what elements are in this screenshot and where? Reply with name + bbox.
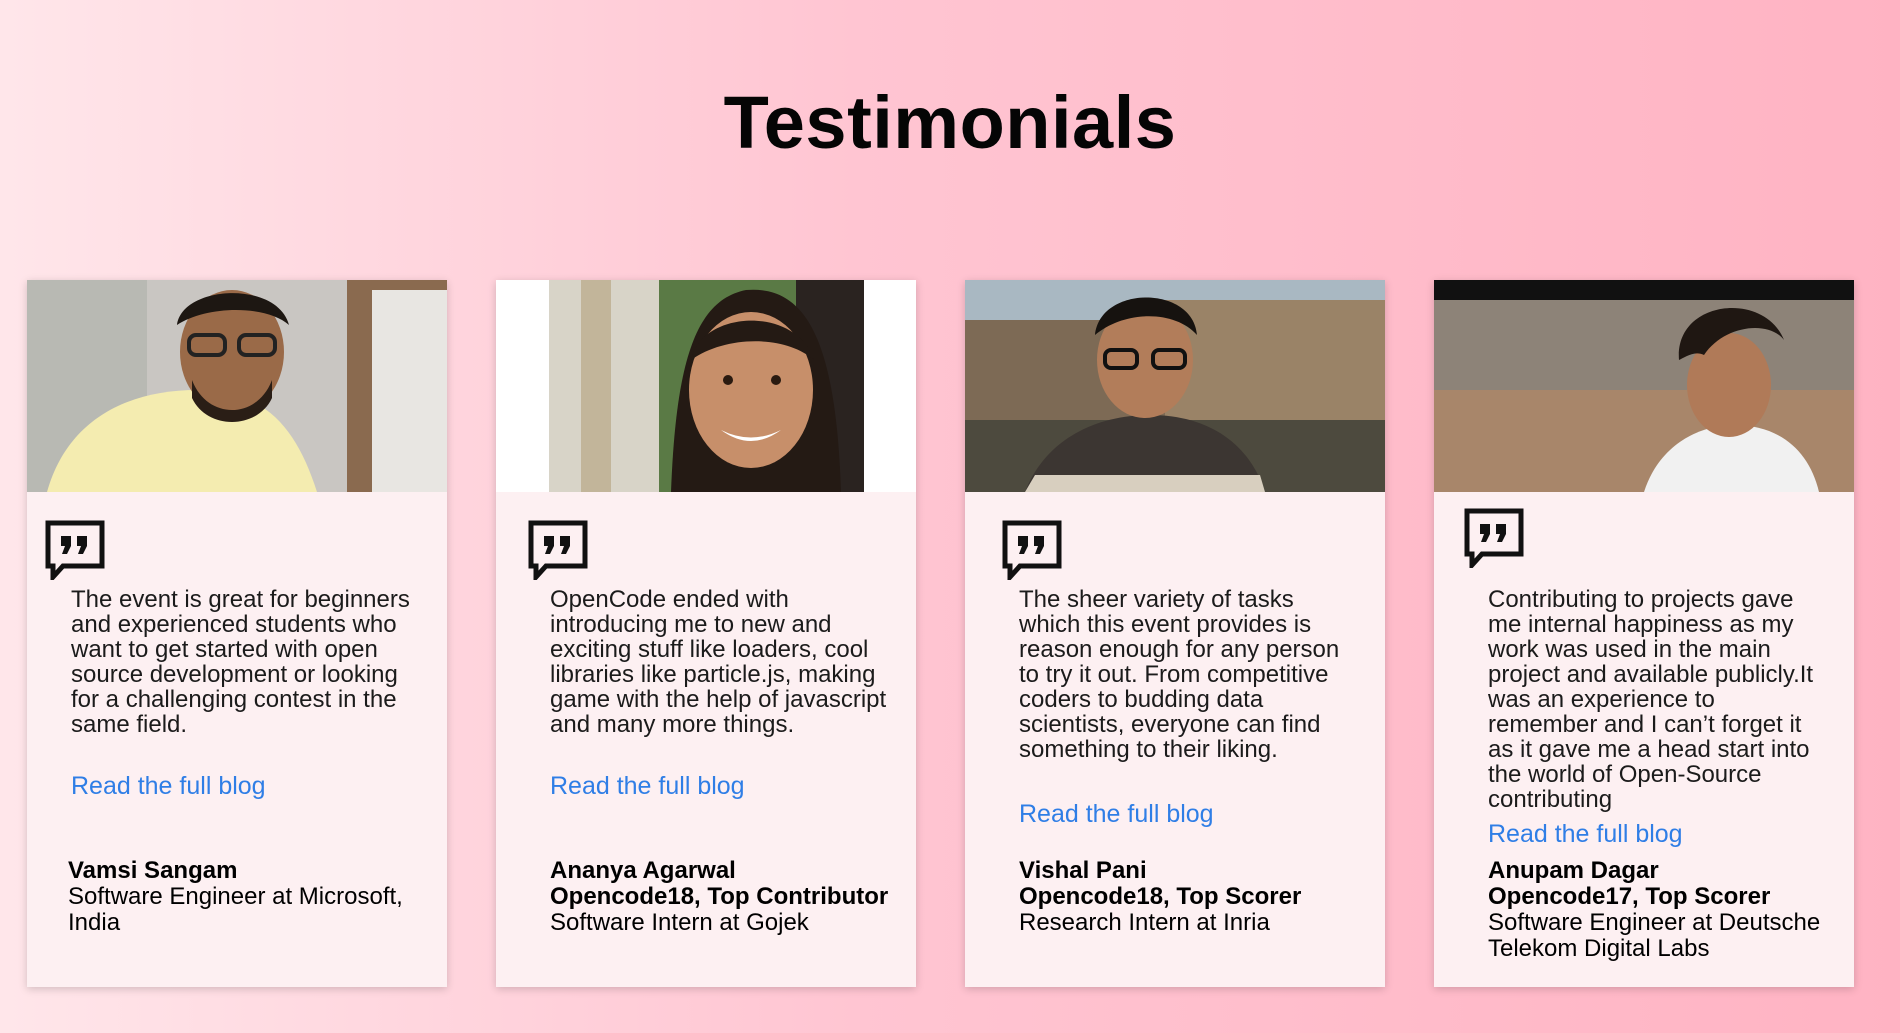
author-position: Software Engineer at Microsoft, India xyxy=(68,883,403,936)
author-position: Research Intern at Inria xyxy=(1019,909,1270,936)
author-name: Vamsi Sangam xyxy=(68,857,238,884)
author-block: Vamsi Sangam Software Engineer at Micros… xyxy=(68,858,428,936)
read-full-blog-link[interactable]: Read the full blog xyxy=(71,772,266,801)
page-title: Testimonials xyxy=(723,81,1177,164)
author-role: Opencode18, Top Scorer xyxy=(1019,883,1302,910)
author-block: Anupam Dagar Opencode17, Top Scorer Soft… xyxy=(1488,858,1848,962)
avatar-photo xyxy=(496,280,916,492)
author-name: Ananya Agarwal xyxy=(550,857,736,884)
author-name: Vishal Pani xyxy=(1019,857,1147,884)
author-block: Ananya Agarwal Opencode18, Top Contribut… xyxy=(550,858,910,936)
quote-bubble-icon xyxy=(45,520,105,584)
author-role: Opencode17, Top Scorer xyxy=(1488,883,1771,910)
read-full-blog-link[interactable]: Read the full blog xyxy=(1019,800,1214,829)
author-name: Anupam Dagar xyxy=(1488,857,1659,884)
author-role: Opencode18, Top Contributor xyxy=(550,883,889,910)
testimonial-card: The event is great for beginners and exp… xyxy=(27,280,447,987)
read-full-blog-link[interactable]: Read the full blog xyxy=(550,772,745,801)
testimonial-quote: The event is great for beginners and exp… xyxy=(71,586,410,738)
quote-bubble-icon xyxy=(1464,508,1524,572)
testimonial-quote: The sheer variety of tasks which this ev… xyxy=(1019,586,1340,763)
quote-bubble-icon xyxy=(528,520,588,584)
read-full-blog-link[interactable]: Read the full blog xyxy=(1488,820,1683,849)
avatar-photo xyxy=(965,280,1385,492)
testimonial-card: OpenCode ended with introducing me to ne… xyxy=(496,280,916,987)
testimonial-quote: Contributing to projects gave me interna… xyxy=(1488,586,1814,813)
author-block: Vishal Pani Opencode18, Top Scorer Resea… xyxy=(1019,858,1379,936)
author-position: Software Intern at Gojek xyxy=(550,909,809,936)
testimonial-card: The sheer variety of tasks which this ev… xyxy=(965,280,1385,987)
testimonial-quote: OpenCode ended with introducing me to ne… xyxy=(550,586,887,738)
testimonial-card: Contributing to projects gave me interna… xyxy=(1434,280,1854,987)
avatar-photo xyxy=(1434,280,1854,492)
quote-bubble-icon xyxy=(1002,520,1062,584)
author-position: Software Engineer at Deutsche Telekom Di… xyxy=(1488,909,1821,962)
avatar-photo xyxy=(27,280,447,492)
